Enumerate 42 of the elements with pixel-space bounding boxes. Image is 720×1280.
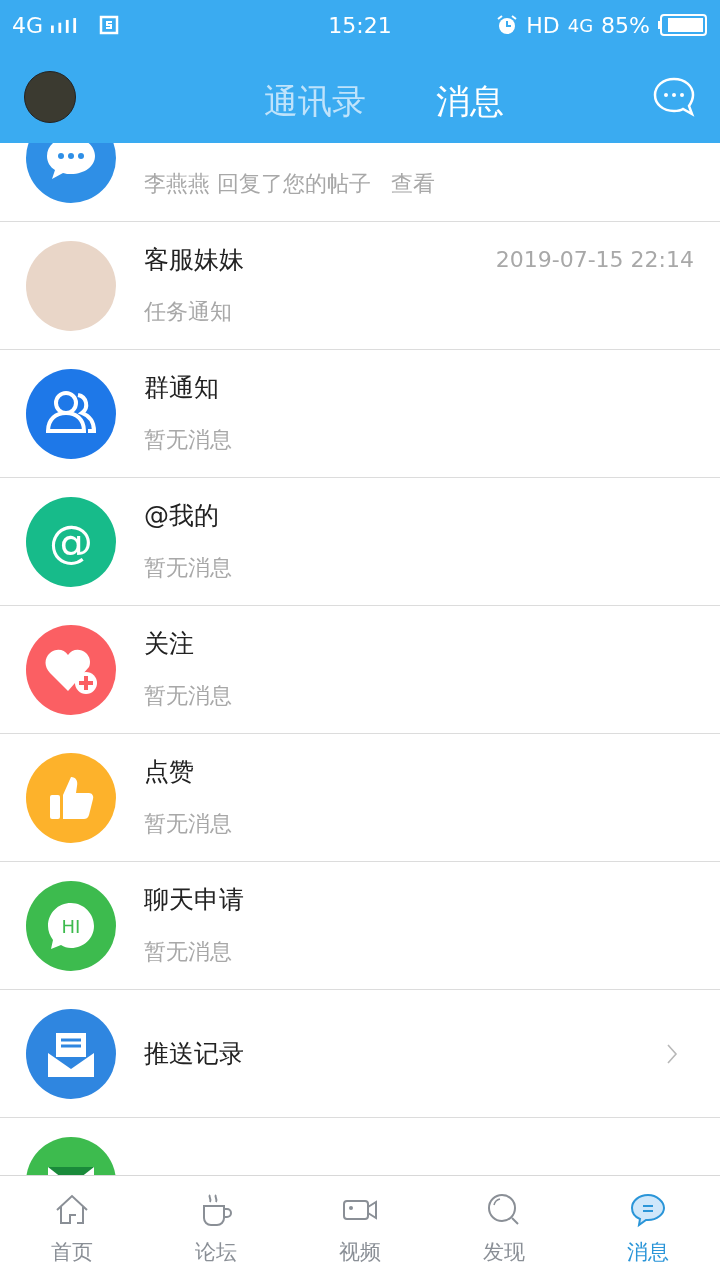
message-row[interactable]: 关注 暂无消息 xyxy=(0,606,720,734)
message-preview: 李燕燕 回复了您的帖子 xyxy=(144,169,371,198)
nav-tab[interactable]: 视频 xyxy=(288,1176,432,1280)
message-title: 关注 xyxy=(144,628,194,660)
message-row[interactable]: HI 聊天申请 暂无消息 xyxy=(0,862,720,990)
nav-tab[interactable]: 发现 xyxy=(432,1176,576,1280)
message-row[interactable]: 客服妹妹 2019-07-15 22:14 任务通知 xyxy=(0,222,720,350)
link-row[interactable]: 推送记录 xyxy=(0,990,720,1118)
message-preview: 任务通知 xyxy=(144,297,232,326)
message-title: 点赞 xyxy=(144,756,194,788)
message-preview: 暂无消息 xyxy=(144,937,232,966)
message-row[interactable]: @ @我的 暂无消息 xyxy=(0,478,720,606)
message-row[interactable]: 李燕燕 回复了您的帖子 查看 xyxy=(0,143,720,222)
message-time: 2019-07-15 22:14 xyxy=(495,247,694,272)
message-preview: 暂无消息 xyxy=(144,425,232,454)
nav-tab[interactable]: 首页 xyxy=(0,1176,144,1280)
hd-label: HD xyxy=(526,12,560,38)
profile-photo-placeholder[interactable] xyxy=(24,70,76,123)
at-sign-icon: @ xyxy=(26,496,116,587)
data-label: 4G xyxy=(567,14,594,36)
message-title: 群通知 xyxy=(144,372,219,404)
nav-tab[interactable]: 消息 xyxy=(576,1176,720,1280)
message-preview: 暂无消息 xyxy=(144,809,232,838)
message-title: @我的 xyxy=(144,500,219,532)
alarm-clock-icon xyxy=(496,14,519,36)
message-title: 聊天申请 xyxy=(144,884,244,916)
battery-percent: 85% xyxy=(601,12,650,38)
battery-icon xyxy=(658,14,708,36)
message-row[interactable]: 点赞 暂无消息 xyxy=(0,734,720,862)
hi-bubble-icon: HI xyxy=(26,880,116,971)
network-label: 4G xyxy=(12,12,44,38)
link-title: 推送记录 xyxy=(144,1038,245,1070)
message-preview: 暂无消息 xyxy=(144,553,232,582)
clock-time: 15:21 xyxy=(328,12,392,38)
message-preview: 暂无消息 xyxy=(144,681,232,710)
app-notification-icon xyxy=(99,15,120,35)
message-title: 客服妹妹 xyxy=(144,244,244,276)
nav-tab[interactable]: 论坛 xyxy=(144,1176,288,1280)
view-link[interactable]: 查看 xyxy=(391,168,435,199)
message-row[interactable]: 群通知 暂无消息 xyxy=(0,350,720,478)
signal-icon xyxy=(51,17,78,33)
chevron-right-icon xyxy=(666,1042,678,1065)
